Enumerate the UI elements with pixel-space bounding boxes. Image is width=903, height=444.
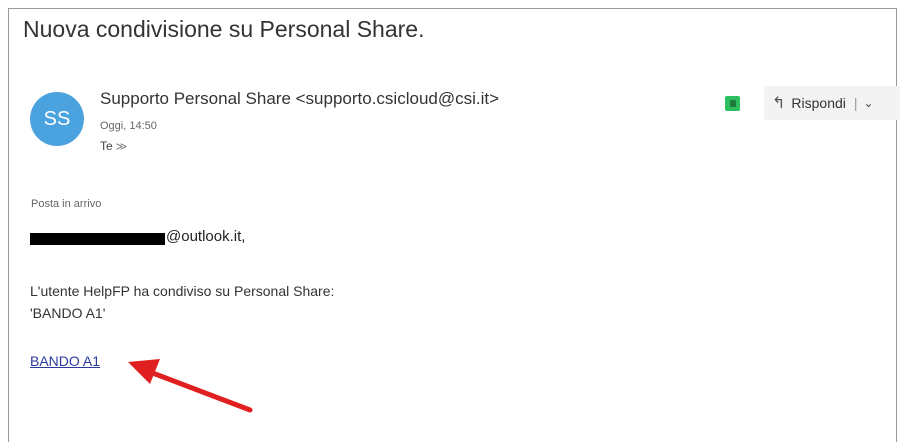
annotation-arrow-icon bbox=[128, 359, 253, 413]
